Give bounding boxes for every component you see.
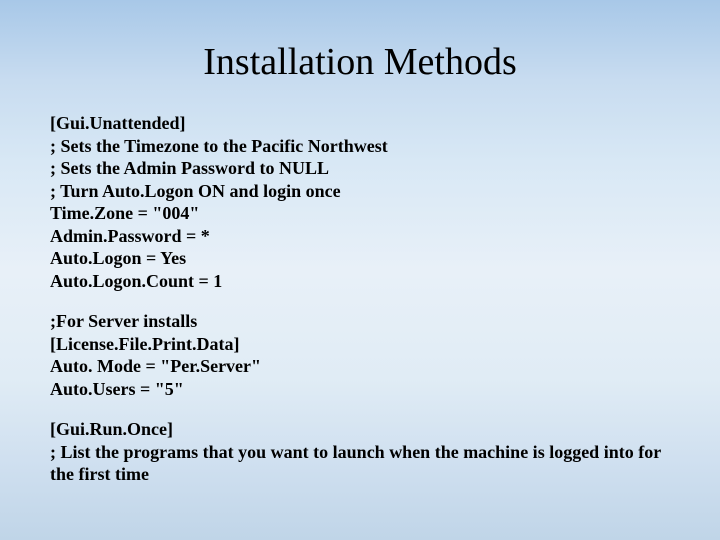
slide-title: Installation Methods bbox=[50, 40, 670, 84]
spacer bbox=[50, 292, 670, 310]
config-line: [Gui.Unattended] bbox=[50, 112, 670, 135]
config-line: Auto.Users = "5" bbox=[50, 378, 670, 401]
config-line: Auto.Logon = Yes bbox=[50, 247, 670, 270]
config-line: Auto. Mode = "Per.Server" bbox=[50, 355, 670, 378]
config-line: Auto.Logon.Count = 1 bbox=[50, 270, 670, 293]
config-line: [License.File.Print.Data] bbox=[50, 333, 670, 356]
config-line: ; Sets the Admin Password to NULL bbox=[50, 157, 670, 180]
config-line: Time.Zone = "004" bbox=[50, 202, 670, 225]
config-line: [Gui.Run.Once] bbox=[50, 418, 670, 441]
config-line: ; List the programs that you want to lau… bbox=[50, 441, 670, 486]
config-line: ; Sets the Timezone to the Pacific North… bbox=[50, 135, 670, 158]
slide: Installation Methods [Gui.Unattended] ; … bbox=[0, 0, 720, 516]
body-text: [Gui.Unattended] ; Sets the Timezone to … bbox=[50, 112, 670, 486]
config-line: Admin.Password = * bbox=[50, 225, 670, 248]
config-line: ;For Server installs bbox=[50, 310, 670, 333]
spacer bbox=[50, 400, 670, 418]
config-line: ; Turn Auto.Logon ON and login once bbox=[50, 180, 670, 203]
